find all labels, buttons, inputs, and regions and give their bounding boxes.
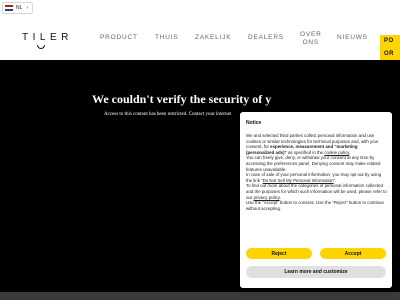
nav-item-product[interactable]: PRODUCT [100,34,138,41]
consent-title: Notice [246,120,262,126]
do-not-sell-link[interactable]: Do Not Sell My Personal Information [263,178,334,183]
privacy-policy-link[interactable]: privacy policy [254,195,280,200]
cta-line1: PO [384,38,394,44]
language-selector[interactable]: NL › [2,2,34,14]
consent-p1-d: . [349,149,351,155]
chevron-down-icon: › [26,5,29,11]
nav-item-dealers[interactable]: DEALERS [248,34,284,41]
blocked-message: Access to this content has been restrict… [104,112,232,117]
nav-item-over-ons-line1: OVER [300,31,322,38]
cta-line2: OR [384,51,394,57]
nav-item-over-ons[interactable]: OVER ONS [300,31,322,47]
top-strip: NL › [0,0,400,15]
consent-p1-c: as specified in the [286,149,325,155]
netherlands-flag-icon [5,5,13,11]
reject-button[interactable]: Reject [246,248,312,259]
bottom-bar [0,292,400,300]
nav-item-zakelijk[interactable]: ZAKELIJK [195,34,231,41]
consent-p2: You can freely give, deny, or withdraw y… [246,155,381,172]
cookie-consent-dialog: Notice We and selected third parties col… [240,112,392,288]
consent-p3-b: ”. [333,177,337,183]
consent-p5: Use the “Accept” button to consent. Use … [246,200,384,211]
nav-item-nieuws[interactable]: NIEUWS [337,34,368,41]
blocked-title: We couldn't verify the security of y [92,92,272,106]
main-nav: PRODUCT THUIS ZAKELIJK DEALERS OVER ONS … [0,15,400,60]
nav-item-thuis[interactable]: THUIS [155,34,179,41]
cookie-policy-link[interactable]: cookie policy [324,150,349,155]
site-header: TILER PRODUCT THUIS ZAKELIJK DEALERS OVE… [0,15,400,65]
language-code: NL [16,5,23,11]
accept-button[interactable]: Accept [320,248,386,259]
nav-item-over-ons-line2: ONS [302,39,320,46]
consent-p4-b: . [279,194,281,200]
learn-more-button[interactable]: Learn more and customize [246,266,386,278]
consent-body: We and selected third parties collect pe… [246,133,387,211]
